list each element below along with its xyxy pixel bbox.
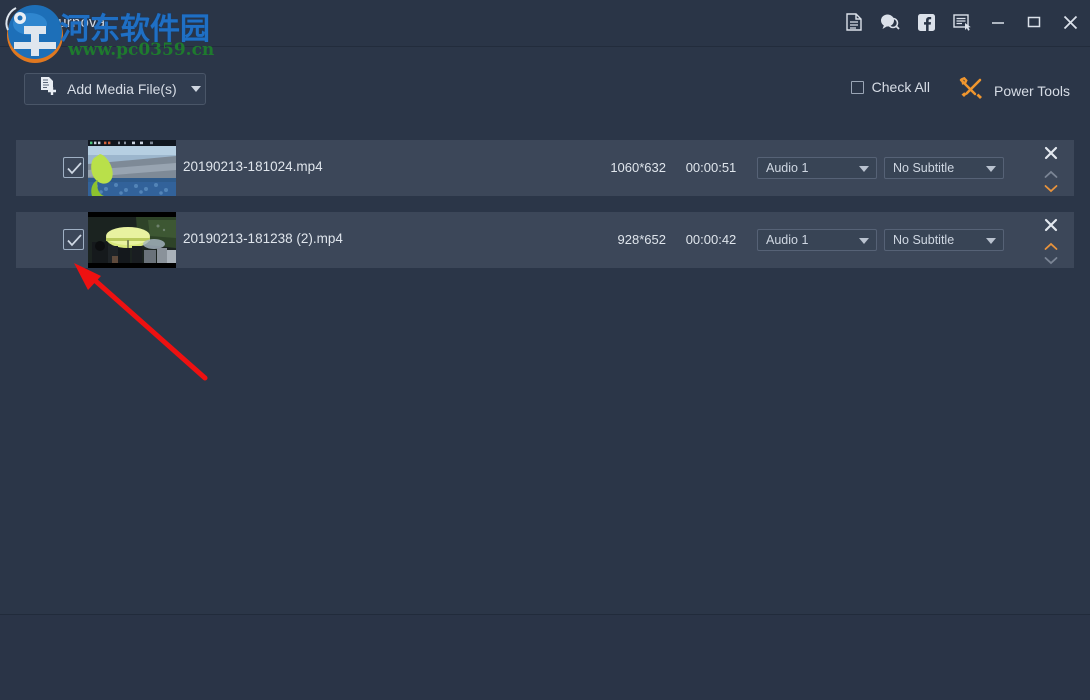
subtitle-select[interactable]: No Subtitle — [884, 157, 1004, 179]
audio-track-select[interactable]: Audio 1 — [757, 157, 877, 179]
file-list: 20190213-181024.mp4 1060*632 00:00:51 Au… — [16, 140, 1074, 284]
feedback-icon[interactable] — [880, 12, 900, 32]
app-title: Burnova — [48, 14, 106, 31]
subtitle-select[interactable]: No Subtitle — [884, 229, 1004, 251]
power-tools-label: Power Tools — [993, 82, 1070, 99]
burnova-window: Burnova Add Media File(s) Check All Powe… — [0, 0, 1090, 700]
chevron-down-icon[interactable] — [859, 166, 869, 172]
file-thumbnail — [88, 140, 176, 196]
add-media-button[interactable]: Add Media File(s) — [24, 73, 206, 105]
subtitle-value: No Subtitle — [893, 233, 955, 247]
table-row[interactable]: 20190213-181024.mp4 1060*632 00:00:51 Au… — [16, 140, 1074, 196]
file-resolution: 1060*632 — [610, 160, 666, 175]
toolbar: Add Media File(s) Check All Power Tools — [0, 47, 1090, 132]
subtitle-value: No Subtitle — [893, 161, 955, 175]
chevron-down-icon[interactable] — [190, 86, 201, 92]
chevron-down-icon[interactable] — [986, 238, 996, 244]
file-resolution: 928*652 — [617, 232, 666, 247]
chevron-down-icon[interactable] — [986, 166, 996, 172]
move-up-icon[interactable] — [1044, 238, 1058, 250]
file-name: 20190213-181238 (2).mp4 — [183, 231, 343, 246]
facebook-icon[interactable] — [916, 12, 936, 32]
audio-track-value: Audio 1 — [766, 233, 809, 247]
check-all-control[interactable]: Check All — [850, 79, 930, 95]
menu-icon[interactable] — [952, 12, 972, 32]
file-checkbox[interactable] — [63, 157, 84, 178]
file-thumbnail — [88, 212, 176, 268]
file-duration: 00:00:51 — [685, 160, 737, 175]
remove-file-icon[interactable] — [1044, 146, 1058, 160]
move-up-icon[interactable] — [1044, 166, 1058, 178]
close-icon[interactable] — [1060, 12, 1080, 32]
file-checkbox[interactable] — [63, 229, 84, 250]
check-all-checkbox[interactable] — [850, 80, 864, 94]
audio-track-select[interactable]: Audio 1 — [757, 229, 877, 251]
power-tools-icon — [958, 76, 984, 104]
titlebar-icon-group — [844, 12, 1080, 32]
remove-file-icon[interactable] — [1044, 218, 1058, 232]
audio-track-value: Audio 1 — [766, 161, 809, 175]
chevron-down-icon[interactable] — [859, 238, 869, 244]
document-icon[interactable] — [844, 12, 864, 32]
move-down-icon[interactable] — [1044, 180, 1058, 193]
file-duration: 00:00:42 — [685, 232, 737, 247]
maximize-icon[interactable] — [1024, 12, 1044, 32]
title-bar: Burnova — [0, 0, 1090, 47]
power-tools-button[interactable]: Power Tools — [958, 76, 1070, 104]
add-media-label: Add Media File(s) — [67, 81, 177, 97]
minimize-icon[interactable] — [988, 12, 1008, 32]
table-row[interactable]: 20190213-181238 (2).mp4 928*652 00:00:42… — [16, 212, 1074, 268]
bottom-bar: Disc Type DVD-5 (4.7G) Aspect Ratio: 16:… — [0, 614, 1090, 700]
file-name: 20190213-181024.mp4 — [183, 159, 323, 174]
move-down-icon[interactable] — [1044, 252, 1058, 265]
check-all-label: Check All — [871, 79, 930, 95]
add-media-icon — [39, 76, 59, 102]
